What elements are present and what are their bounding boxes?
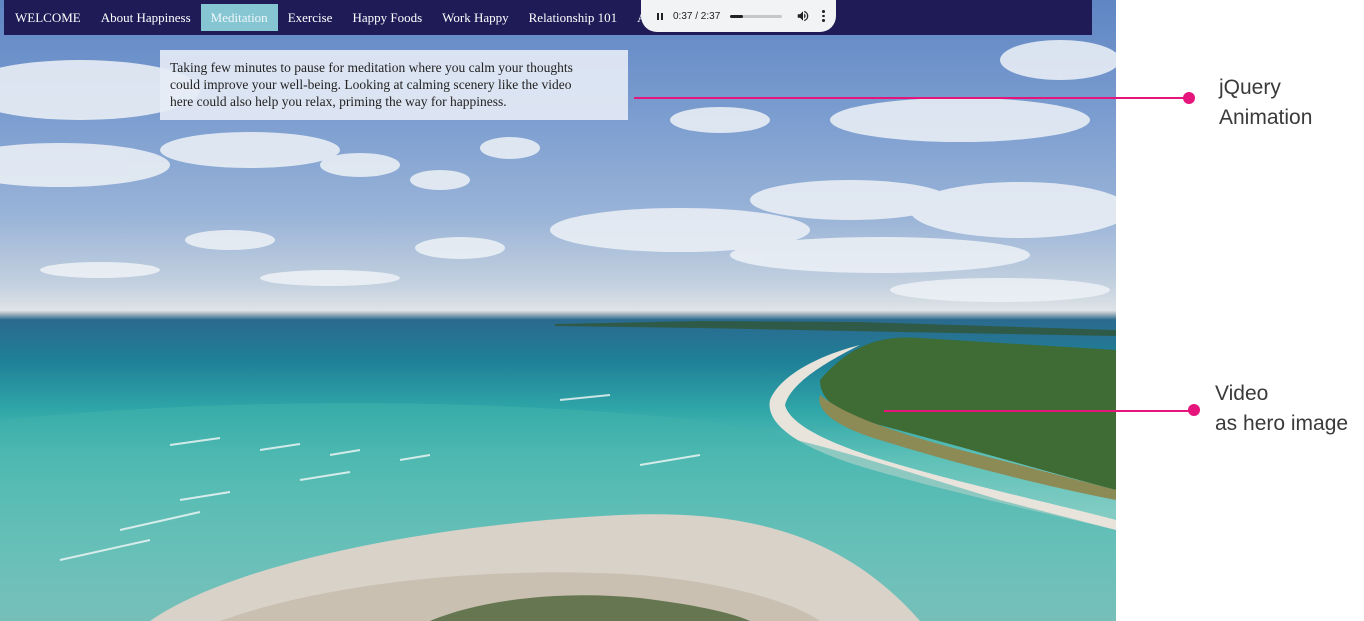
- nav-item-meditation[interactable]: Meditation: [200, 4, 278, 31]
- main-nav: WELCOME About Happiness Meditation Exerc…: [4, 0, 1092, 35]
- video-annotation-label: Video as hero image: [1215, 379, 1348, 439]
- nav-item-exercise[interactable]: Exercise: [278, 4, 343, 31]
- nav-item-relationship-101[interactable]: Relationship 101: [519, 4, 627, 31]
- caption-line: Taking few minutes to pause for meditati…: [170, 60, 573, 75]
- seek-bar[interactable]: [730, 14, 783, 18]
- annotation-text: Video: [1215, 382, 1269, 405]
- more-options-icon[interactable]: [818, 9, 828, 23]
- pause-icon[interactable]: [652, 8, 668, 24]
- nav-item-happy-foods[interactable]: Happy Foods: [342, 4, 432, 31]
- caption-line: could improve your well-being. Looking a…: [170, 77, 572, 92]
- jquery-annotation-dot: [1183, 92, 1195, 104]
- volume-icon[interactable]: [796, 9, 810, 23]
- seek-bar-progress: [730, 14, 743, 18]
- audio-player: 0:37 / 2:37: [641, 0, 836, 32]
- annotation-text: jQuery: [1219, 76, 1281, 99]
- nav-item-about-happiness[interactable]: About Happiness: [91, 4, 201, 31]
- jquery-annotation-line: [634, 97, 1190, 99]
- annotation-text: Animation: [1219, 106, 1313, 129]
- meditation-caption: Taking few minutes to pause for meditati…: [160, 50, 628, 120]
- nav-item-welcome[interactable]: WELCOME: [4, 4, 91, 31]
- caption-line: here could also help you relax, priming …: [170, 94, 507, 109]
- annotation-text: as hero image: [1215, 412, 1349, 435]
- video-annotation-dot: [1188, 404, 1200, 416]
- video-annotation-line: [884, 410, 1194, 412]
- player-time: 0:37 / 2:37: [673, 10, 721, 22]
- jquery-annotation-label: jQuery Animation: [1219, 73, 1312, 133]
- nav-item-work-happy[interactable]: Work Happy: [432, 4, 518, 31]
